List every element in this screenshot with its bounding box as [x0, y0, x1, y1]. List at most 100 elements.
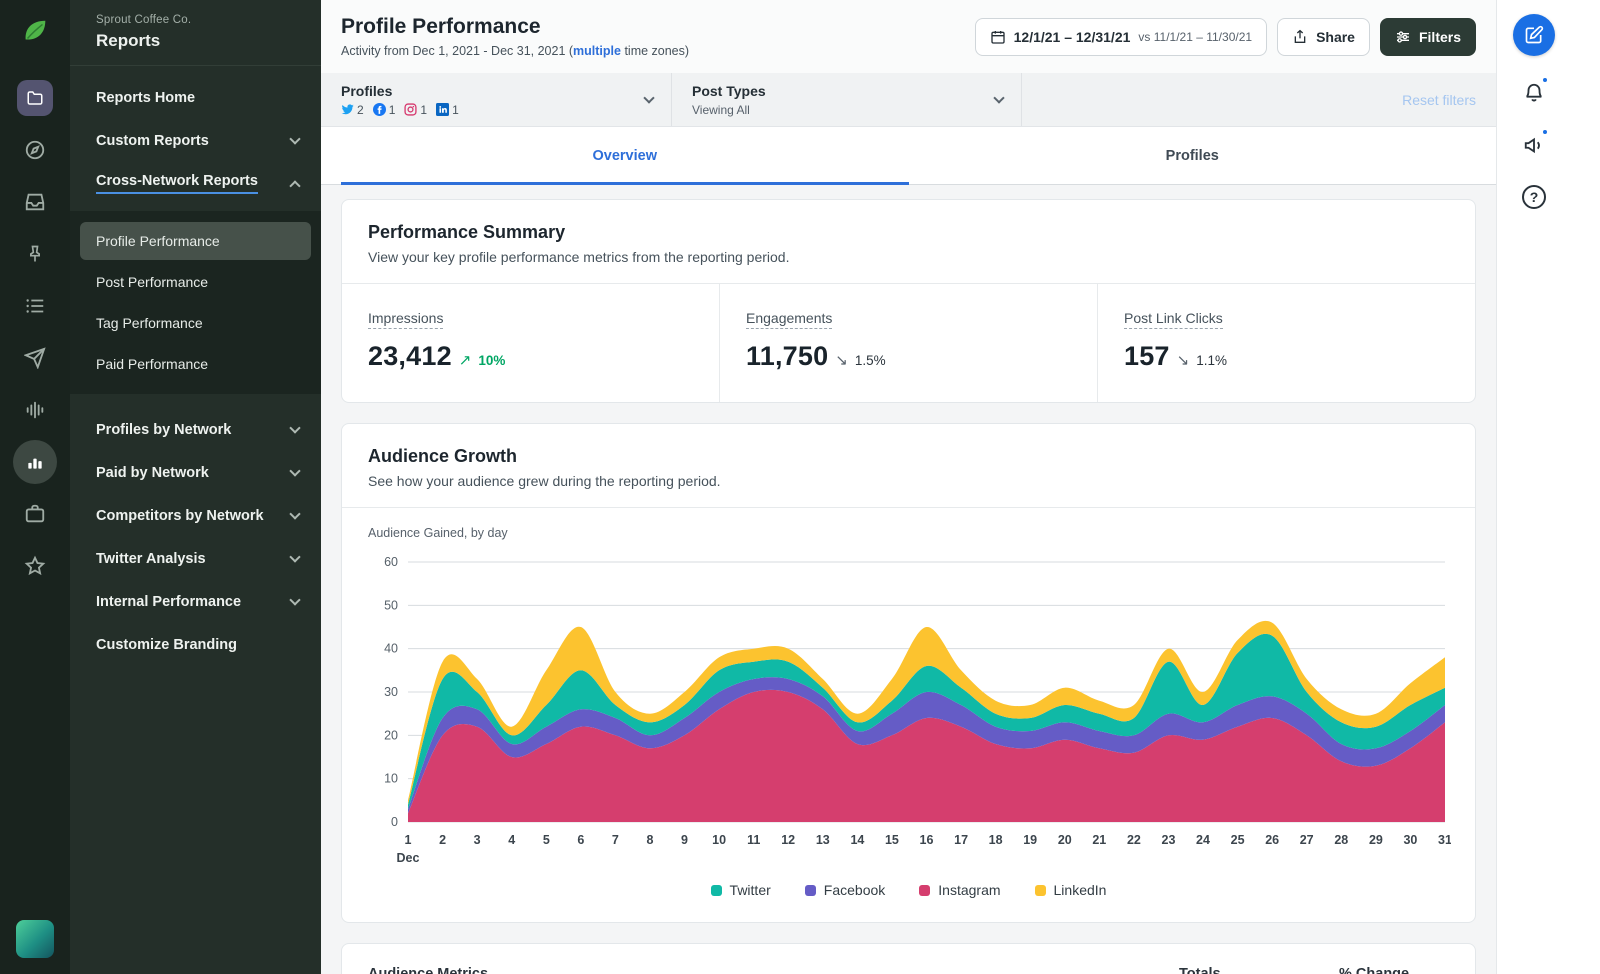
legend-item-linkedin[interactable]: LinkedIn: [1034, 882, 1106, 898]
svg-text:0: 0: [391, 815, 398, 829]
filters-label: Filters: [1418, 28, 1461, 45]
megaphone-icon: [1524, 137, 1540, 154]
table-title: Audience Metrics: [368, 966, 489, 974]
summary-metrics: Impressions 23,412 ↗ 10% Engagements 11,…: [342, 284, 1475, 402]
card-subtitle: View your key profile performance metric…: [368, 249, 790, 265]
bar-chart-icon[interactable]: [0, 436, 70, 488]
sidebar-item-custom-reports[interactable]: Custom Reports: [70, 119, 321, 162]
svg-text:10: 10: [384, 772, 398, 786]
chevron-down-icon: [289, 464, 301, 477]
timezones-link[interactable]: multiple: [573, 44, 621, 58]
notifications-button[interactable]: [1513, 76, 1555, 108]
audio-waves-icon[interactable]: [0, 384, 70, 436]
facebook-count-value: 1: [388, 102, 396, 117]
chart-legend: Twitter Facebook Instagram LinkedIn: [342, 872, 1475, 922]
audience-metrics-card: Audience Metrics Totals % Change: [341, 943, 1476, 974]
metric-label[interactable]: Post Link Clicks: [1124, 310, 1223, 329]
inbox-icon[interactable]: [0, 176, 70, 228]
instagram-count-value: 1: [420, 102, 428, 117]
sidebar-item-tag-performance[interactable]: Tag Performance: [80, 304, 311, 342]
chevron-down-icon: [289, 421, 301, 434]
folder-icon: [17, 80, 53, 116]
sidebar-item-customize-branding[interactable]: Customize Branding: [70, 623, 321, 666]
list-icon[interactable]: [0, 280, 70, 332]
legend-label: Facebook: [823, 882, 886, 898]
chevron-up-icon: [289, 179, 301, 192]
twitter-count: 2: [341, 103, 364, 117]
reset-filters-link[interactable]: Reset filters: [1402, 92, 1496, 108]
filters-button[interactable]: Filters: [1379, 17, 1476, 56]
svg-text:26: 26: [1265, 833, 1279, 847]
performance-summary-card: Performance Summary View your key profil…: [341, 199, 1476, 403]
twitter-count-value: 2: [357, 102, 364, 117]
linkedin-count-value: 1: [452, 102, 459, 117]
user-avatar[interactable]: [16, 920, 54, 958]
sidebar-item-competitors-by-network[interactable]: Competitors by Network: [70, 494, 321, 537]
svg-text:19: 19: [1023, 833, 1037, 847]
sidebar-title: Reports: [96, 31, 161, 50]
paper-plane-icon[interactable]: [0, 332, 70, 384]
compose-button[interactable]: [1513, 14, 1555, 56]
sidebar-item-reports-home[interactable]: Reports Home: [70, 76, 321, 119]
svg-text:40: 40: [384, 642, 398, 656]
filter-bar: Profiles 2 1 1 1 Post Types Viewing All …: [321, 73, 1496, 127]
share-icon: [1294, 29, 1306, 43]
legend-item-twitter[interactable]: Twitter: [710, 882, 771, 898]
audience-growth-chart[interactable]: 01020304050601 2 3 4 5 6 7 8 9 10 11 12 13 14 15 16 17 18…: [368, 550, 1451, 872]
svg-text:31: 31: [1438, 833, 1451, 847]
star-icon[interactable]: [0, 540, 70, 592]
pin-icon[interactable]: [0, 228, 70, 280]
tab-overview[interactable]: Overview: [341, 127, 909, 185]
trend-down-arrow-icon: ↘: [835, 352, 848, 369]
sidebar-item-label: Paid Performance: [96, 356, 209, 372]
sidebar-item-profile-performance[interactable]: Profile Performance: [80, 222, 311, 260]
svg-text:21: 21: [1092, 833, 1106, 847]
sidebar-item-label: Profile Performance: [96, 233, 220, 249]
sidebar-item-profiles-by-network[interactable]: Profiles by Network: [70, 408, 321, 451]
briefcase-icon[interactable]: [0, 488, 70, 540]
org-name: Sprout Coffee Co.: [96, 14, 192, 26]
table-col-change: % Change: [1339, 966, 1410, 974]
cross-network-submenu: Profile Performance Post Performance Tag…: [70, 211, 321, 394]
svg-text:10: 10: [712, 833, 726, 847]
sidebar-item-paid-performance[interactable]: Paid Performance: [80, 345, 311, 383]
sidebar-item-cross-network-reports[interactable]: Cross-Network Reports: [70, 162, 321, 205]
profiles-filter[interactable]: Profiles 2 1 1 1: [321, 73, 672, 126]
svg-text:8: 8: [647, 833, 654, 847]
page-header: Profile Performance Activity from Dec 1,…: [321, 0, 1496, 73]
sidebar-item-label: Cross-Network Reports: [96, 173, 258, 194]
help-button[interactable]: ?: [1513, 182, 1555, 212]
announcements-button[interactable]: [1513, 128, 1555, 160]
legend-item-instagram[interactable]: Instagram: [919, 882, 1001, 898]
instagram-icon: [404, 103, 417, 116]
metric-change: 1.1%: [1196, 353, 1228, 368]
sidebar-item-internal-performance[interactable]: Internal Performance: [70, 580, 321, 623]
app-icon-rail: [0, 0, 70, 974]
metric-label[interactable]: Engagements: [746, 310, 833, 329]
date-range-button[interactable]: 12/1/21 – 12/31/21 vs 11/1/21 – 11/30/21: [974, 17, 1268, 56]
reports-folder-icon[interactable]: [0, 72, 70, 124]
sidebar-item-label: Customize Branding: [96, 636, 237, 653]
utility-rail: ?: [1496, 0, 1600, 974]
legend-item-facebook[interactable]: Facebook: [804, 882, 886, 898]
svg-text:11: 11: [747, 833, 760, 847]
post-types-label: Post Types: [692, 82, 766, 99]
post-types-filter[interactable]: Post Types Viewing All: [672, 73, 1022, 126]
metric-label[interactable]: Impressions: [368, 310, 444, 329]
audience-growth-header: Audience Growth See how your audience gr…: [342, 424, 1475, 508]
audience-growth-card: Audience Growth See how your audience gr…: [341, 423, 1476, 923]
share-button[interactable]: Share: [1277, 17, 1370, 56]
compass-icon[interactable]: [0, 124, 70, 176]
chevron-down-icon: [289, 507, 301, 520]
instagram-swatch: [919, 884, 931, 896]
active-nav-highlight: [13, 440, 57, 484]
metric-value: 157: [1124, 341, 1170, 371]
sidebar-item-post-performance[interactable]: Post Performance: [80, 263, 311, 301]
trend-down-arrow-icon: ↘: [1176, 352, 1190, 369]
svg-text:30: 30: [384, 685, 398, 699]
tab-profiles[interactable]: Profiles: [909, 127, 1477, 184]
svg-text:20: 20: [1058, 833, 1072, 847]
sidebar-item-paid-by-network[interactable]: Paid by Network: [70, 451, 321, 494]
sidebar-item-twitter-analysis[interactable]: Twitter Analysis: [70, 537, 321, 580]
header-actions: 12/1/21 – 12/31/21 vs 11/1/21 – 11/30/21…: [974, 17, 1476, 56]
